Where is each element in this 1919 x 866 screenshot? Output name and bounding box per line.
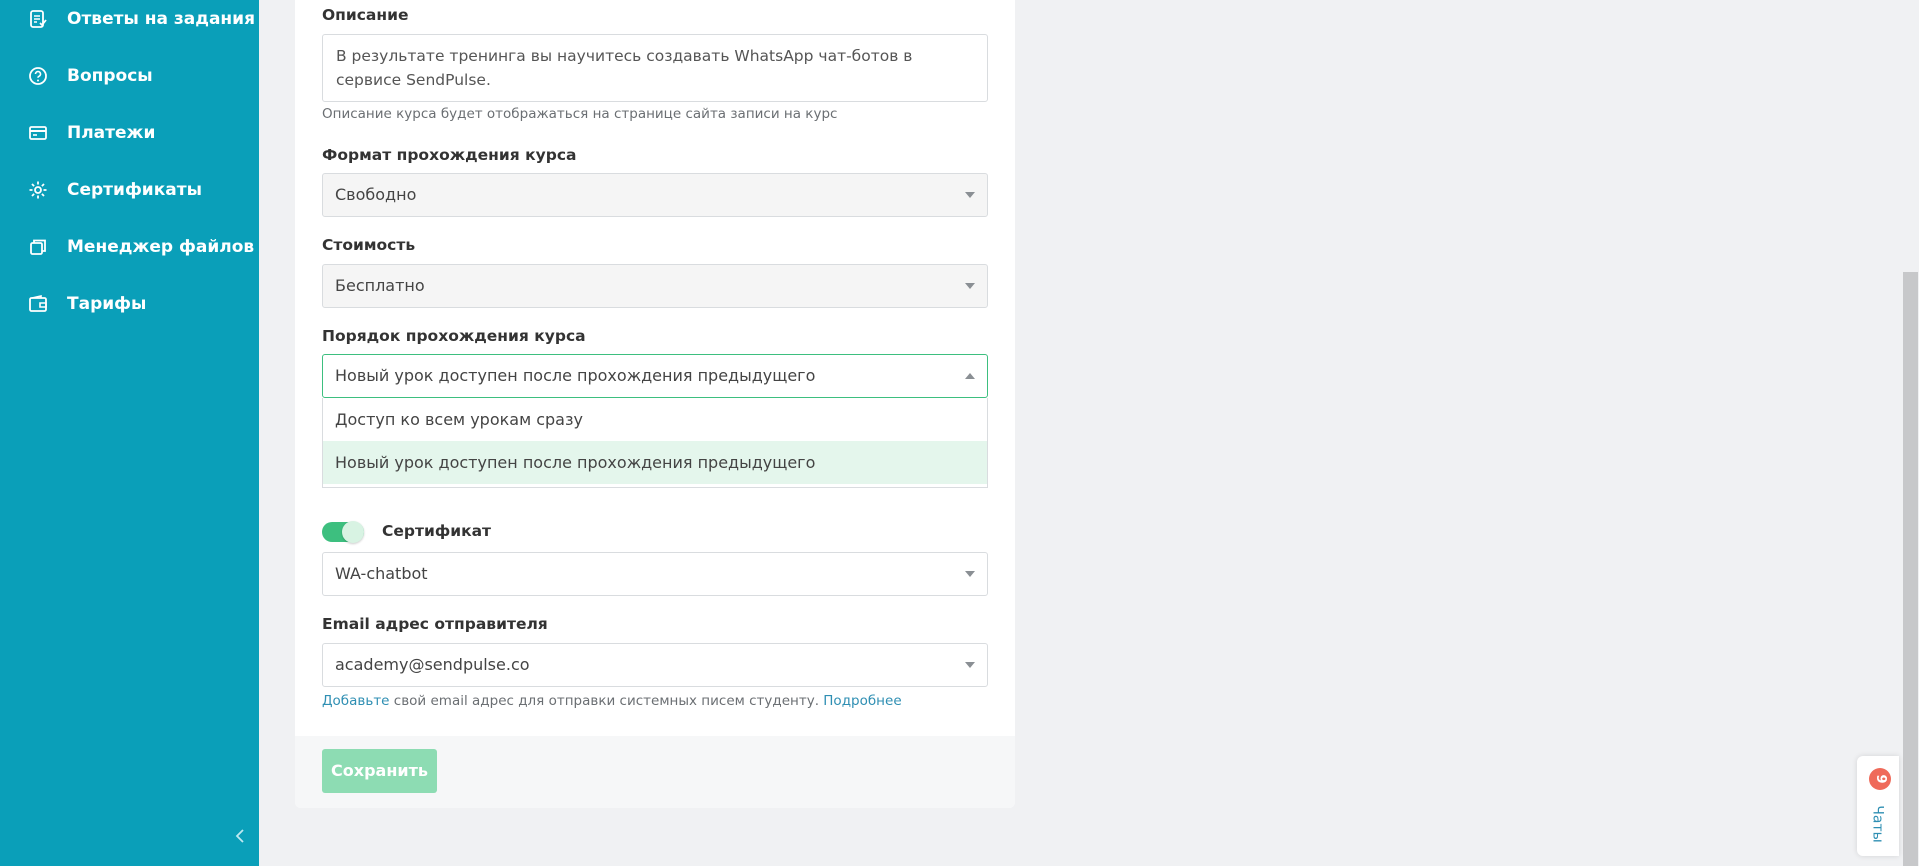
sidebar-item-label: Платежи [67, 123, 156, 143]
add-email-link[interactable]: Добавьте [322, 693, 390, 709]
sender-email-select-value: academy@sendpulse.co [335, 655, 530, 674]
files-icon [30, 239, 46, 255]
sender-email-hint: Добавьте свой email адрес для отправки с… [322, 693, 902, 709]
chevron-down-icon [965, 283, 975, 289]
sidebar: Ответы на задания Вопросы Платежи Сертиф… [0, 0, 259, 866]
order-select[interactable]: Новый урок доступен после прохождения пр… [322, 354, 988, 398]
format-select[interactable]: Свободно [322, 173, 988, 217]
wallet-icon [29, 295, 47, 312]
sidebar-item-label: Ответы на задания [67, 9, 255, 29]
price-select[interactable]: Бесплатно [322, 264, 988, 308]
certificate-select[interactable]: WA-chatbot [322, 552, 988, 596]
gear-icon [29, 181, 47, 199]
chevron-up-icon [965, 373, 975, 379]
scrollbar-thumb[interactable] [1903, 272, 1918, 866]
sender-email-select[interactable]: academy@sendpulse.co [322, 643, 988, 687]
chevron-down-icon [965, 571, 975, 577]
description-hint: Описание курса будет отображаться на стр… [322, 106, 838, 122]
price-select-value: Бесплатно [335, 276, 425, 295]
sender-email-label: Email адрес отправителя [322, 615, 548, 633]
payments-icon [29, 126, 47, 140]
description-label: Описание [322, 6, 409, 24]
assignment-answers-icon [30, 10, 47, 28]
format-select-value: Свободно [335, 185, 417, 204]
sidebar-item-label: Вопросы [67, 66, 153, 86]
chevron-down-icon [965, 192, 975, 198]
order-option[interactable]: Доступ ко всем урокам сразу [323, 398, 987, 441]
sidebar-item-tariffs[interactable]: Тарифы [28, 292, 146, 316]
certificate-toggle[interactable] [322, 521, 364, 543]
chevron-left-icon[interactable] [232, 826, 248, 846]
sidebar-item-assignment-answers[interactable]: Ответы на задания [28, 7, 255, 31]
order-option-selected[interactable]: Новый урок доступен после прохождения пр… [323, 441, 987, 484]
save-button[interactable]: Сохранить [322, 749, 437, 793]
chat-label-wrap: Чаты [1863, 804, 1893, 844]
sidebar-item-certificates[interactable]: Сертификаты [28, 178, 202, 202]
sender-email-hint-text: свой email адрес для отправки системных … [389, 693, 824, 709]
description-textarea[interactable]: В результате тренинга вы научитесь созда… [322, 34, 988, 102]
sidebar-item-label: Менеджер файлов [67, 237, 255, 257]
order-select-value: Новый урок доступен после прохождения пр… [335, 366, 816, 385]
order-label: Порядок прохождения курса [322, 327, 586, 345]
sidebar-item-payments[interactable]: Платежи [28, 121, 155, 145]
sidebar-item-label: Тарифы [67, 294, 147, 314]
format-label: Формат прохождения курса [322, 146, 577, 164]
order-dropdown: Доступ ко всем урокам сразу Новый урок д… [322, 398, 988, 488]
price-label: Стоимость [322, 236, 416, 254]
certificate-select-value: WA-chatbot [335, 564, 428, 583]
sidebar-item-file-manager[interactable]: Менеджер файлов [28, 235, 254, 259]
chat-label: Чаты [1870, 805, 1887, 843]
sidebar-item-label: Сертификаты [67, 180, 202, 200]
chevron-down-icon [965, 662, 975, 668]
chat-unread-badge: 9 [1869, 768, 1891, 790]
question-icon [29, 67, 47, 85]
learn-more-link[interactable]: Подробнее [823, 693, 901, 709]
toggle-knob [342, 521, 364, 543]
chat-widget[interactable]: 9 Чаты [1857, 756, 1899, 856]
sidebar-item-questions[interactable]: Вопросы [28, 64, 153, 88]
certificate-label: Сертификат [382, 522, 492, 540]
